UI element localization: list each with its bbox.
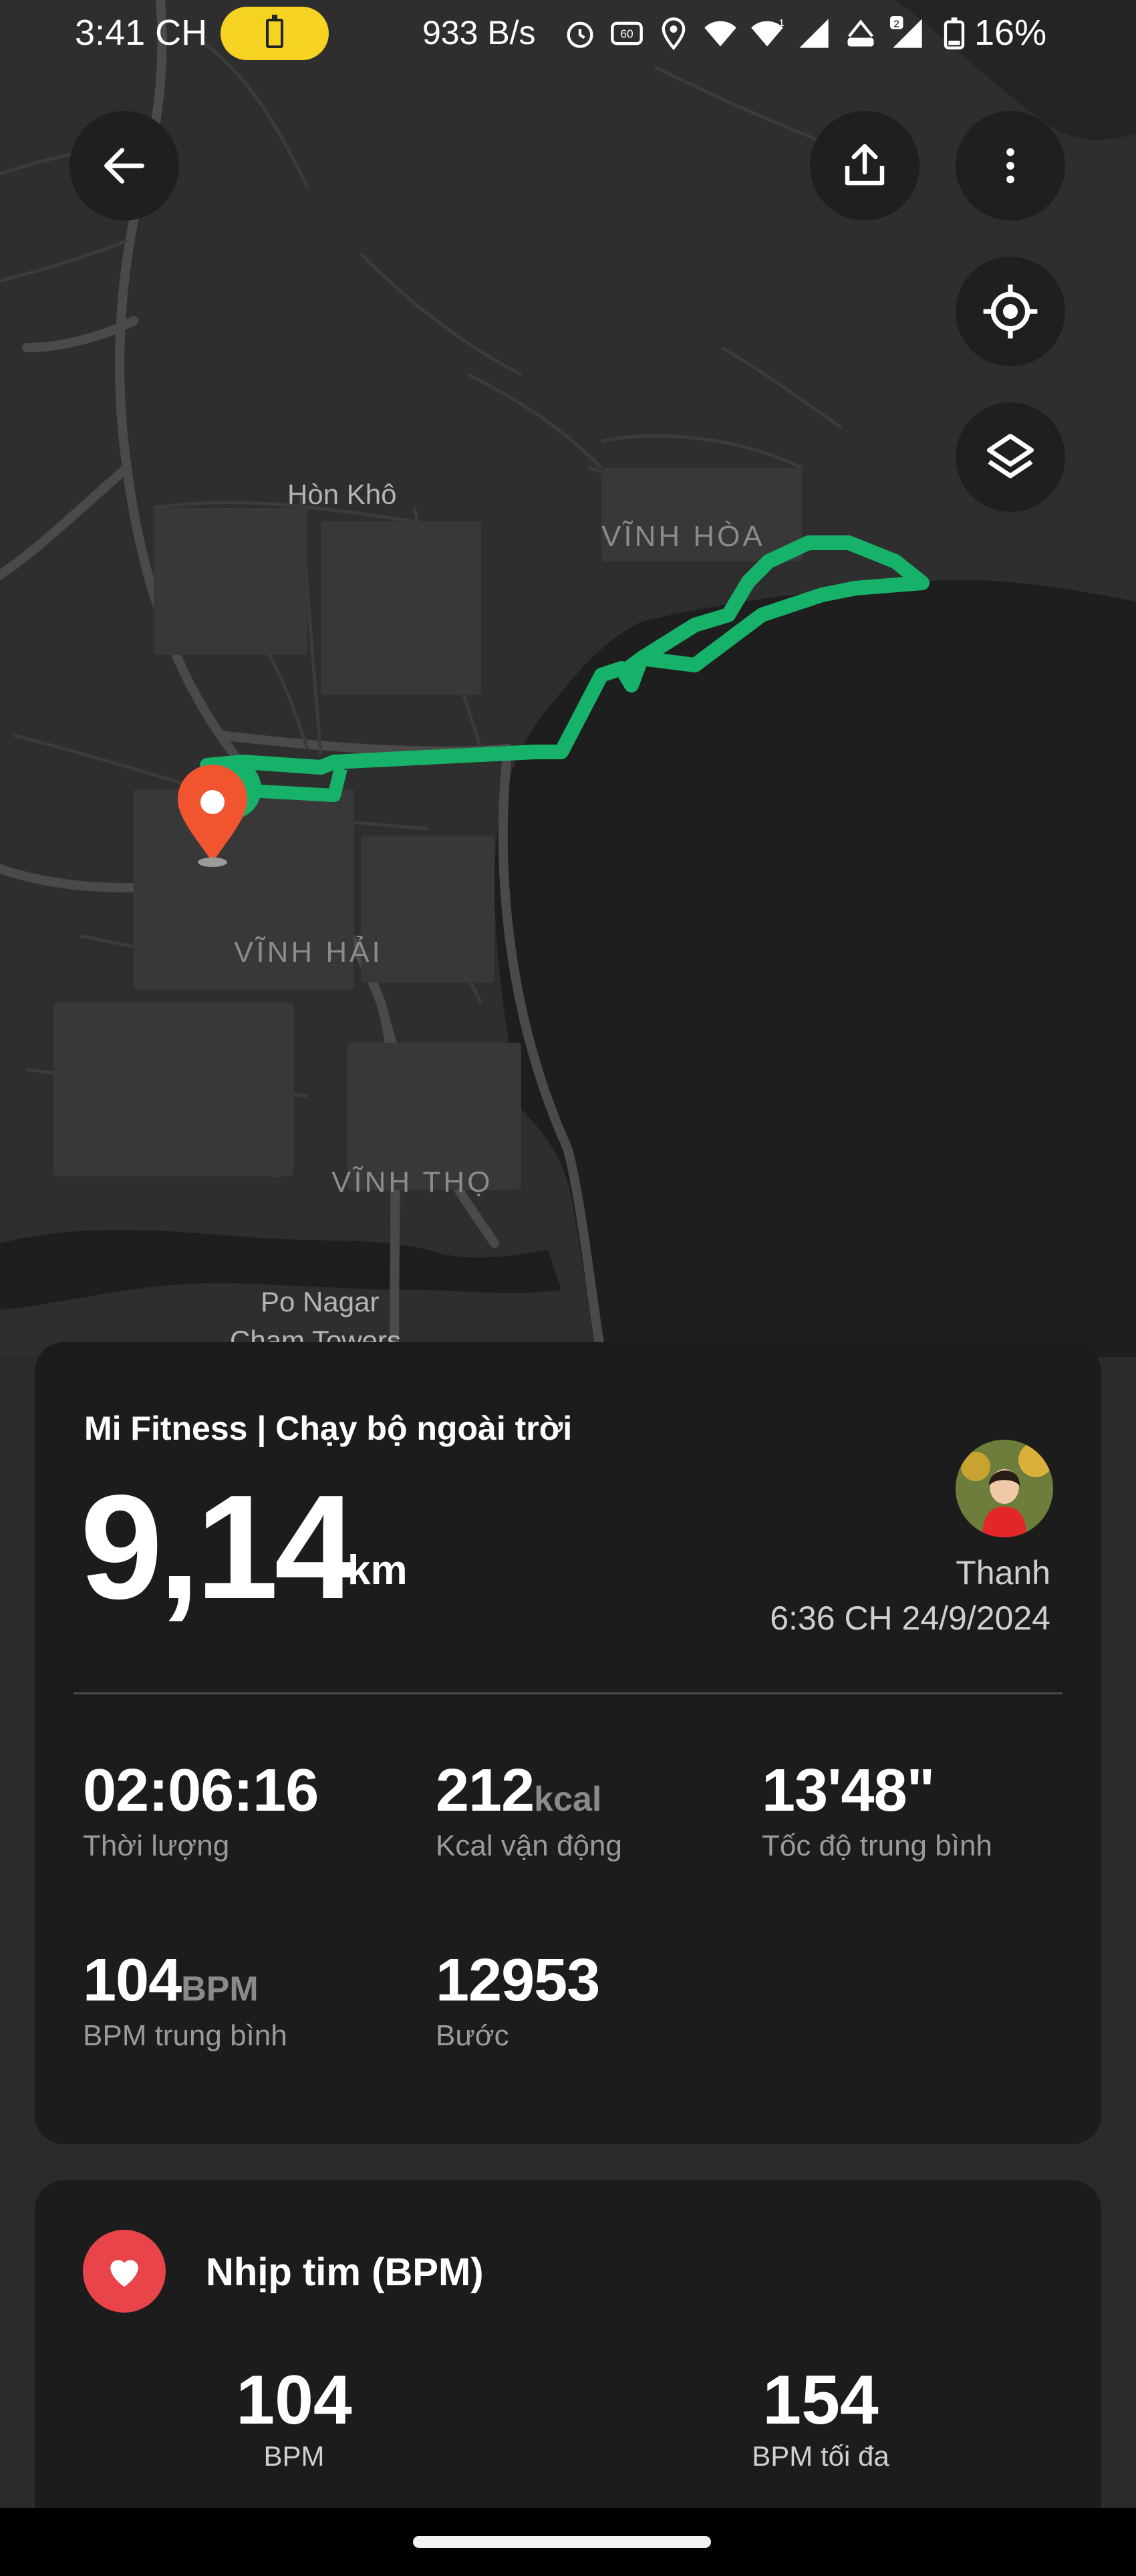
network-speed: 933 B/s [422, 14, 536, 51]
svg-text:60: 60 [620, 27, 633, 41]
stat-calories-label: Kcal vận động [436, 1829, 622, 1862]
stat-calories: 212kcal Kcal vận động [436, 1757, 622, 1863]
stat-pace-label: Tốc độ trung bình [762, 1829, 992, 1862]
layers-icon [987, 434, 1034, 479]
back-button[interactable] [69, 111, 179, 221]
stat-pace-value: 13'48" [762, 1757, 935, 1824]
max-heart-rate-value: 154 [762, 2361, 879, 2439]
workout-title: Mi Fitness | Chạy bộ ngoài trời [84, 1410, 573, 1447]
stat-duration: 02:06:16 Thời lượng [83, 1757, 319, 1863]
workout-summary-card: Mi Fitness | Chạy bộ ngoài trời 9,14 km … [35, 1342, 1101, 2144]
charging-pill [221, 7, 329, 60]
map-canvas [0, 0, 1136, 1357]
stat-avg-bpm: 104BPM BPM trung bình [83, 1946, 287, 2053]
map-label-vinh-hai: VĨNH HẢI [234, 936, 383, 969]
system-nav-bar [0, 2508, 1136, 2576]
battery-icon [944, 17, 965, 49]
signal-bars-icon [799, 19, 829, 48]
more-vertical-icon [1006, 148, 1014, 184]
map-label-vinh-hoa: VĨNH HÒA [601, 520, 765, 553]
stat-steps-label: Bước [436, 2019, 509, 2052]
battery-percent: 16% [974, 13, 1047, 53]
max-heart-rate-label: BPM tối đa [752, 2440, 889, 2472]
avatar-image [956, 1440, 1053, 1537]
divider [74, 1692, 1062, 1694]
share-button[interactable] [810, 111, 919, 221]
stat-duration-value: 02:06:16 [83, 1757, 319, 1824]
route-map[interactable]: Hòn Khô VĨNH HÒA VĨNH HẢI VĨNH THỌ Po Na… [0, 0, 1136, 1357]
user-name: Thanh [956, 1554, 1050, 1591]
wifi-icon [704, 21, 736, 47]
share-icon [845, 144, 885, 186]
stat-avg-bpm-unit: BPM [181, 1970, 259, 2009]
battery-charging-icon [266, 15, 283, 48]
more-options-button[interactable] [956, 111, 1065, 221]
stat-steps-value: 12953 [436, 1947, 600, 2014]
stat-pace: 13'48" Tốc độ trung bình [762, 1757, 992, 1863]
map-label-po-nagar: Po Nagar [261, 1286, 380, 1317]
avg-heart-rate-label: BPM [263, 2440, 325, 2472]
avg-heart-rate: 104 BPM [160, 2361, 428, 2472]
volte-icon [847, 19, 874, 47]
max-heart-rate: 154 BPM tối đa [687, 2361, 954, 2472]
stat-duration-label: Thời lượng [83, 1829, 230, 1862]
layers-button[interactable] [956, 402, 1065, 512]
signal-2-icon: 2 [890, 16, 922, 48]
locate-icon [983, 284, 1038, 339]
stat-steps: 12953 Bước [436, 1946, 600, 2053]
svg-text:1: 1 [778, 17, 784, 29]
back-arrow-icon [104, 148, 145, 184]
location-icon [662, 17, 686, 50]
svg-text:2: 2 [893, 18, 899, 29]
alarm-icon [567, 21, 593, 48]
avatar[interactable] [956, 1440, 1053, 1537]
locate-button[interactable] [956, 257, 1065, 366]
distance-unit: km [347, 1547, 408, 1593]
map-label-hon-kho: Hòn Khô [287, 479, 397, 510]
stat-avg-bpm-label: BPM trung bình [83, 2019, 287, 2052]
stat-calories-value: 212 [436, 1757, 535, 1824]
heart-rate-title: Nhịp tim (BPM) [206, 2250, 484, 2294]
avg-heart-rate-value: 104 [236, 2361, 352, 2439]
signal-1-icon: 1 [751, 17, 785, 47]
distance-value: 9,14 [80, 1464, 357, 1630]
workout-date: 6:36 CH 24/9/2024 [770, 1599, 1050, 1637]
heart-icon [110, 2260, 138, 2287]
refresh-60hz-icon: 60 [611, 21, 643, 45]
stat-avg-bpm-value: 104 [83, 1947, 182, 2014]
heart-badge [83, 2230, 166, 2313]
status-bar: 3:41 CH 933 B/s 60 1 2 16% [0, 0, 1136, 67]
stat-calories-unit: kcal [534, 1780, 602, 1819]
home-indicator[interactable] [413, 2536, 711, 2548]
status-icons: 60 1 2 [563, 12, 972, 55]
status-time: 3:41 CH [75, 13, 208, 53]
map-label-vinh-tho: VĨNH THỌ [331, 1166, 493, 1198]
